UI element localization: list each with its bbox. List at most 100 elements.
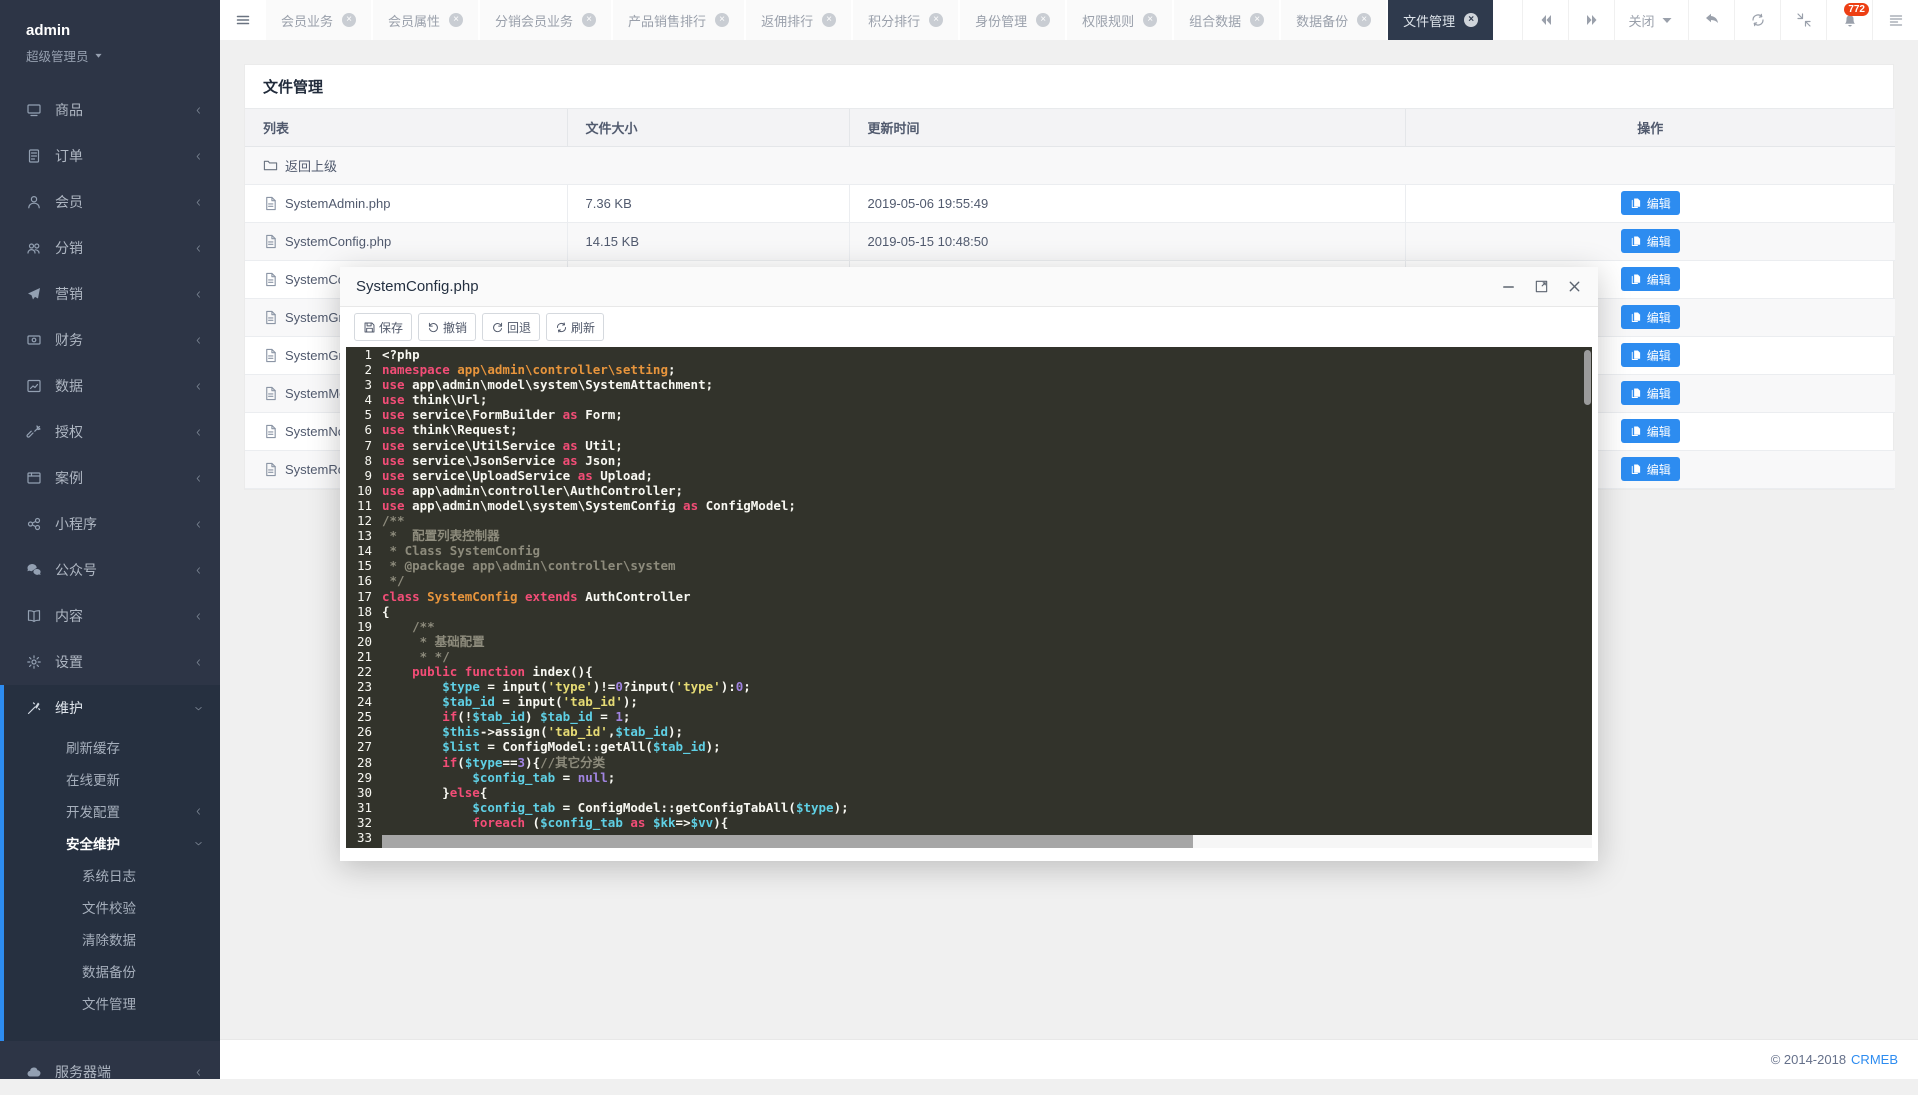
tab-close-icon[interactable]: × (822, 13, 836, 27)
line-number: 4 (346, 392, 372, 407)
sidebar-subitem-security[interactable]: 安全维护 (4, 827, 220, 859)
tab-close-icon[interactable]: × (1357, 13, 1371, 27)
tab-close-icon[interactable]: × (342, 13, 356, 27)
tab-close-icon[interactable]: × (582, 13, 596, 27)
scrollbar-thumb[interactable] (382, 835, 1193, 848)
sidebar-item-goods[interactable]: 商品 (0, 87, 220, 133)
control-back[interactable] (1688, 0, 1734, 40)
sidebar-item-setting[interactable]: 设置 (0, 639, 220, 685)
sidebar-item-order[interactable]: 订单 (0, 133, 220, 179)
sidebar-item-data[interactable]: 数据 (0, 363, 220, 409)
horizontal-scrollbar[interactable] (382, 835, 1592, 848)
sidebar-item-case[interactable]: 案例 (0, 455, 220, 501)
toolbar-rollback-button[interactable]: 回退 (482, 313, 540, 341)
tab-close-icon[interactable]: × (715, 13, 729, 27)
tab-close-icon[interactable]: × (1250, 13, 1264, 27)
sidebar-subitem-file-verify[interactable]: 文件校验 (4, 891, 220, 923)
tab-4[interactable]: 返佣排行 × (746, 0, 853, 40)
case-icon (26, 470, 42, 486)
sidebar-server-slot: 服务器端 (0, 1049, 220, 1095)
sidebar-item-server[interactable]: 服务器端 (0, 1049, 220, 1095)
minimize-icon[interactable] (1501, 279, 1516, 294)
edit-button[interactable]: 编辑 (1621, 229, 1680, 253)
sidebar-item-member[interactable]: 会员 (0, 179, 220, 225)
edit-icon (1630, 235, 1642, 247)
tab-3[interactable]: 产品销售排行 × (613, 0, 746, 40)
toolbar-refresh-button[interactable]: 刷新 (546, 313, 604, 341)
sidebar-item-auth[interactable]: 授权 (0, 409, 220, 455)
control-scroll-tabs-right[interactable] (1568, 0, 1614, 40)
line-number: 20 (346, 634, 372, 649)
control-exit-fullscreen[interactable] (1780, 0, 1826, 40)
tab-close-icon[interactable]: × (1036, 13, 1050, 27)
chevron-left-icon (193, 289, 204, 300)
tab-label: 会员属性 (388, 11, 440, 30)
code-line: 10 use app\admin\controller\AuthControll… (346, 483, 1592, 498)
edit-button[interactable]: 编辑 (1621, 419, 1680, 443)
edit-button[interactable]: 编辑 (1621, 305, 1680, 329)
up-level-row[interactable]: 返回上级 (245, 146, 1895, 184)
tab-5[interactable]: 积分排行 × (853, 0, 960, 40)
user-role-label: 超级管理员 (26, 46, 89, 65)
share-icon (26, 516, 42, 532)
sidebar-item-maintain[interactable]: 维护 (4, 685, 220, 731)
tab-close-icon[interactable]: × (1464, 13, 1478, 27)
sidebar-item-label: 公众号 (55, 560, 97, 580)
goods-icon (26, 102, 42, 118)
control-close-tabs-menu[interactable]: 关闭 (1614, 0, 1688, 40)
footer-brand-link[interactable]: CRMEB (1851, 1052, 1898, 1067)
sidebar-subitem-file-manager[interactable]: 文件管理 (4, 987, 220, 1019)
control-scroll-tabs-left[interactable] (1522, 0, 1568, 40)
sidebar-item-official[interactable]: 公众号 (0, 547, 220, 593)
tab-2[interactable]: 分销会员业务 × (480, 0, 613, 40)
sidebar-item-miniprogram[interactable]: 小程序 (0, 501, 220, 547)
vertical-scrollbar-thumb[interactable] (1584, 350, 1591, 405)
sidebar-collapse-button[interactable] (220, 0, 266, 40)
control-refresh-page[interactable] (1734, 0, 1780, 40)
sidebar-item-marketing[interactable]: 营销 (0, 271, 220, 317)
edit-button[interactable]: 编辑 (1621, 381, 1680, 405)
line-number: 28 (346, 755, 372, 770)
sidebar-subitem-dev-config[interactable]: 开发配置 (4, 795, 220, 827)
tab-label: 分销会员业务 (495, 11, 573, 30)
sidebar-item-distribution[interactable]: 分销 (0, 225, 220, 271)
tab-1[interactable]: 会员属性 × (373, 0, 480, 40)
line-number: 30 (346, 785, 372, 800)
tab-close-icon[interactable]: × (929, 13, 943, 27)
tab-7[interactable]: 权限规则 × (1067, 0, 1174, 40)
control-notifications[interactable]: 772 (1826, 0, 1872, 40)
control-layout-menu[interactable] (1872, 0, 1918, 40)
tab-9[interactable]: 数据备份 × (1281, 0, 1388, 40)
order-icon (26, 148, 42, 164)
tab-10[interactable]: 文件管理 × (1388, 0, 1495, 40)
sidebar-item-finance[interactable]: 财务 (0, 317, 220, 363)
edit-button[interactable]: 编辑 (1621, 267, 1680, 291)
sidebar-subitem-data-backup[interactable]: 数据备份 (4, 955, 220, 987)
sidebar-item-label: 维护 (55, 698, 83, 718)
close-icon[interactable] (1567, 279, 1582, 294)
edit-button[interactable]: 编辑 (1621, 343, 1680, 367)
tab-0[interactable]: 会员业务 × (266, 0, 373, 40)
toolbar-save-button[interactable]: 保存 (354, 313, 412, 341)
user-role-dropdown[interactable]: 超级管理员 (26, 46, 220, 65)
sidebar-item-cms[interactable]: 内容 (0, 593, 220, 639)
maximize-icon[interactable] (1534, 279, 1549, 294)
sidebar-subitem-clear-data[interactable]: 清除数据 (4, 923, 220, 955)
code-editor[interactable]: 1 <?php 2 namespace app\admin\controller… (346, 347, 1592, 848)
sidebar-subitem-online-update[interactable]: 在线更新 (4, 763, 220, 795)
line-number: 8 (346, 453, 372, 468)
sidebar-subitem-refresh-cache[interactable]: 刷新缓存 (4, 731, 220, 763)
edit-button[interactable]: 编辑 (1621, 457, 1680, 481)
table-row[interactable]: SystemAdmin.php 7.36 KB 2019-05-06 19:55… (245, 184, 1895, 222)
tab-close-icon[interactable]: × (1143, 13, 1157, 27)
edit-button[interactable]: 编辑 (1621, 191, 1680, 215)
tab-close-icon[interactable]: × (449, 13, 463, 27)
tab-8[interactable]: 组合数据 × (1174, 0, 1281, 40)
table-row[interactable]: SystemConfig.php 14.15 KB 2019-05-15 10:… (245, 222, 1895, 260)
tab-6[interactable]: 身份管理 × (960, 0, 1067, 40)
code-line: 31 $config_tab = ConfigModel::getConfigT… (346, 800, 1592, 815)
toolbar-undo-button[interactable]: 撤销 (418, 313, 476, 341)
modal-window-controls (1501, 279, 1582, 294)
file-icon (263, 348, 278, 363)
sidebar-subitem-system-log[interactable]: 系统日志 (4, 859, 220, 891)
